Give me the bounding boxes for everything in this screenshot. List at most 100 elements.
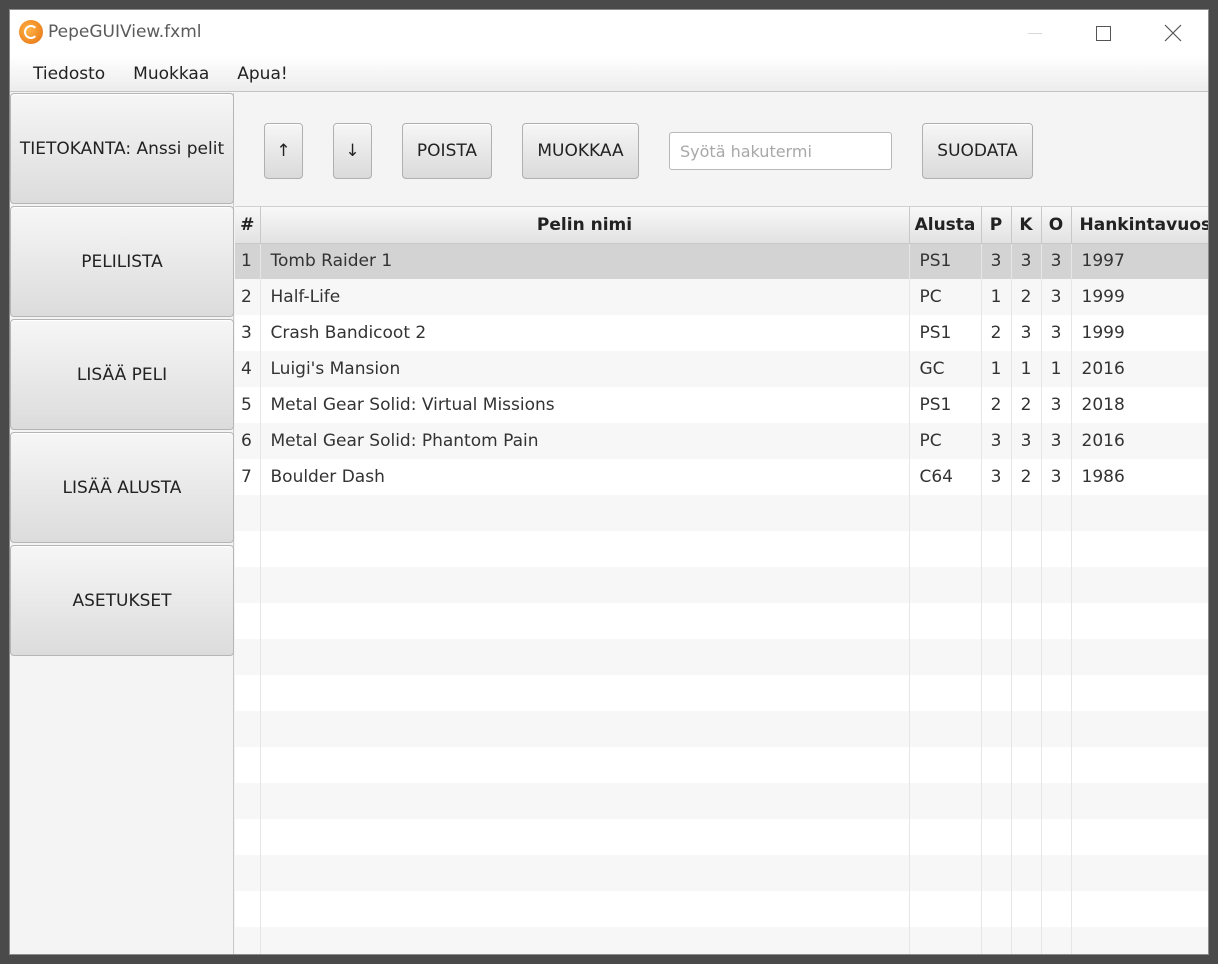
cell-k <box>1011 927 1042 954</box>
sidebar-item-asetukset[interactable]: ASETUKSET <box>10 545 234 656</box>
table-row-empty <box>235 783 1208 819</box>
cell-number: 3 <box>235 315 261 351</box>
cell-number: 7 <box>235 459 261 495</box>
cell-number: 2 <box>235 279 261 315</box>
cell-p <box>981 891 1012 927</box>
maximize-icon <box>1095 25 1111 41</box>
filter-button[interactable]: SUODATA <box>922 123 1033 179</box>
cell-name: Crash Bandicoot 2 <box>260 315 910 351</box>
cell-number <box>235 567 261 603</box>
cell-year <box>1071 675 1208 711</box>
cell-k <box>1011 855 1042 891</box>
cell-name <box>260 747 910 783</box>
cell-o <box>1041 747 1072 783</box>
cell-year <box>1071 711 1208 747</box>
cell-p: 2 <box>981 315 1012 351</box>
cell-name: Metal Gear Solid: Phantom Pain <box>260 423 910 459</box>
cell-name <box>260 567 910 603</box>
cell-name <box>260 675 910 711</box>
cell-p <box>981 567 1012 603</box>
cell-k <box>1011 675 1042 711</box>
cell-number: 4 <box>235 351 261 387</box>
cell-name <box>260 819 910 855</box>
cell-k <box>1011 567 1042 603</box>
cell-k: 3 <box>1011 243 1042 279</box>
cell-k: 3 <box>1011 315 1042 351</box>
table-row-empty <box>235 603 1208 639</box>
cell-year <box>1071 819 1208 855</box>
cell-p <box>981 819 1012 855</box>
column-header-k[interactable]: K <box>1011 207 1042 244</box>
table-row-empty <box>235 747 1208 783</box>
cell-number <box>235 747 261 783</box>
cell-platform: PS1 <box>909 315 982 351</box>
cell-platform <box>909 639 982 675</box>
cell-o <box>1041 495 1072 531</box>
cell-number <box>235 855 261 891</box>
column-header-p[interactable]: P <box>981 207 1012 244</box>
cell-o: 3 <box>1041 387 1072 423</box>
cell-k <box>1011 711 1042 747</box>
cell-p: 3 <box>981 423 1012 459</box>
cell-o <box>1041 567 1072 603</box>
menu-tiedosto[interactable]: Tiedosto <box>10 56 119 92</box>
table-row-empty <box>235 819 1208 855</box>
database-button[interactable]: TIETOKANTA: Anssi pelit <box>10 93 234 204</box>
table-row[interactable]: 3 Crash Bandicoot 2 PS1 2 3 3 1999 <box>235 315 1208 351</box>
cell-o <box>1041 675 1072 711</box>
cell-name: Half-Life <box>260 279 910 315</box>
delete-button[interactable]: POISTA <box>402 123 492 179</box>
sidebar-item-lisaa-peli[interactable]: LISÄÄ PELI <box>10 319 234 430</box>
cell-year <box>1071 855 1208 891</box>
cell-number <box>235 891 261 927</box>
table-row[interactable]: 5 Metal Gear Solid: Virtual Missions PS1 2 2… <box>235 387 1208 423</box>
search-input[interactable] <box>669 132 892 170</box>
cell-name <box>260 711 910 747</box>
menu-apua[interactable]: Apua! <box>223 56 301 92</box>
games-table: # Pelin nimi Alusta P K O Hankintavuosi … <box>235 207 1208 954</box>
close-button[interactable] <box>1150 10 1196 56</box>
sidebar-item-pelilista[interactable]: PELILISTA <box>10 206 234 317</box>
cell-platform: PC <box>909 423 982 459</box>
cell-name <box>260 495 910 531</box>
cell-platform <box>909 819 982 855</box>
table-row[interactable]: 1 Tomb Raider 1 PS1 3 3 3 1997 <box>235 243 1208 279</box>
cell-year <box>1071 495 1208 531</box>
column-header-platform[interactable]: Alusta <box>909 207 982 244</box>
cell-o <box>1041 855 1072 891</box>
cell-number <box>235 495 261 531</box>
cell-o <box>1041 891 1072 927</box>
move-down-button[interactable]: ↓ <box>333 123 372 179</box>
minimize-button[interactable] <box>1012 10 1058 56</box>
cell-year: 2016 <box>1071 423 1208 459</box>
menu-muokkaa[interactable]: Muokkaa <box>119 56 223 92</box>
column-header-number[interactable]: # <box>235 207 261 244</box>
cell-p <box>981 711 1012 747</box>
cell-k: 2 <box>1011 459 1042 495</box>
cell-k <box>1011 639 1042 675</box>
edit-button[interactable]: MUOKKAA <box>522 123 639 179</box>
column-header-name[interactable]: Pelin nimi <box>260 207 910 244</box>
cell-platform <box>909 531 982 567</box>
table-row[interactable]: 7 Boulder Dash C64 3 2 3 1986 <box>235 459 1208 495</box>
cell-k <box>1011 531 1042 567</box>
cell-o: 1 <box>1041 351 1072 387</box>
cell-number <box>235 783 261 819</box>
maximize-button[interactable] <box>1080 10 1126 56</box>
table-row-empty <box>235 495 1208 531</box>
table-row[interactable]: 2 Half-Life PC 1 2 3 1999 <box>235 279 1208 315</box>
move-up-button[interactable]: ↑ <box>264 123 303 179</box>
cell-k <box>1011 747 1042 783</box>
column-header-o[interactable]: O <box>1041 207 1072 244</box>
cell-p <box>981 747 1012 783</box>
cell-k <box>1011 495 1042 531</box>
column-header-year[interactable]: Hankintavuosi <box>1071 207 1208 244</box>
cell-year <box>1071 927 1208 954</box>
cell-platform: PC <box>909 279 982 315</box>
cell-k: 3 <box>1011 423 1042 459</box>
table-row-empty <box>235 927 1208 954</box>
sidebar-item-lisaa-alusta[interactable]: LISÄÄ ALUSTA <box>10 432 234 543</box>
table-row[interactable]: 4 Luigi's Mansion GC 1 1 1 2016 <box>235 351 1208 387</box>
cell-year: 1986 <box>1071 459 1208 495</box>
table-row[interactable]: 6 Metal Gear Solid: Phantom Pain PC 3 3 3 2016 <box>235 423 1208 459</box>
